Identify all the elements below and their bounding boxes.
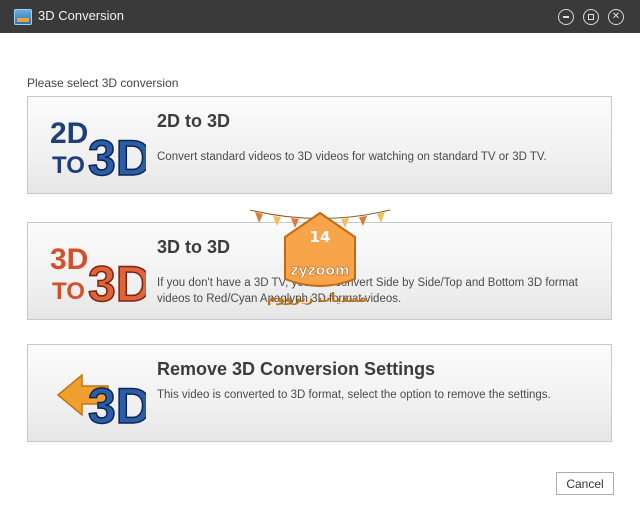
option-title: 2D to 3D [157,111,231,131]
window-title: 3D Conversion [38,8,124,23]
title-bar: 3D Conversion ✕ [0,0,640,33]
option-remove-3d-settings[interactable]: 3D Remove 3D Conversion Settings This vi… [27,344,612,442]
close-icon: ✕ [611,11,621,22]
icon-text-to: TO [52,278,85,305]
app-icon [14,9,32,25]
3d-to-3d-icon: 3D TO 3D [50,243,146,307]
cancel-button[interactable]: Cancel [556,472,614,495]
icon-text-top: 2D [50,117,88,150]
minimize-button[interactable] [558,9,574,25]
icon-text-3d: 3D [88,130,146,181]
maximize-button[interactable] [583,9,599,25]
option-title: Remove 3D Conversion Settings [157,359,436,379]
close-button[interactable]: ✕ [608,9,624,25]
icon-text-to: TO [52,152,85,179]
2d-to-3d-icon: 2D TO 3D [50,117,146,181]
icon-text-3d: 3D [88,378,146,429]
remove-3d-icon: 3D [56,373,146,429]
maximize-icon [587,13,594,20]
watermark-arabic-text: منتديات زيزووم [267,291,367,306]
prompt-label: Please select 3D conversion [27,76,179,90]
minimize-icon [563,16,569,18]
icon-text-3d: 3D [88,256,146,307]
option-2d-to-3d[interactable]: 2D TO 3D 2D to 3D Convert standard video… [27,96,612,194]
option-title: 3D to 3D [157,237,231,257]
icon-text-top: 3D [50,243,88,276]
dialog-body: Please select 3D conversion 2D TO 3D 2D … [0,33,640,520]
option-description: Convert standard videos to 3D videos for… [157,151,547,163]
option-description: This video is converted to 3D format, se… [157,389,551,401]
